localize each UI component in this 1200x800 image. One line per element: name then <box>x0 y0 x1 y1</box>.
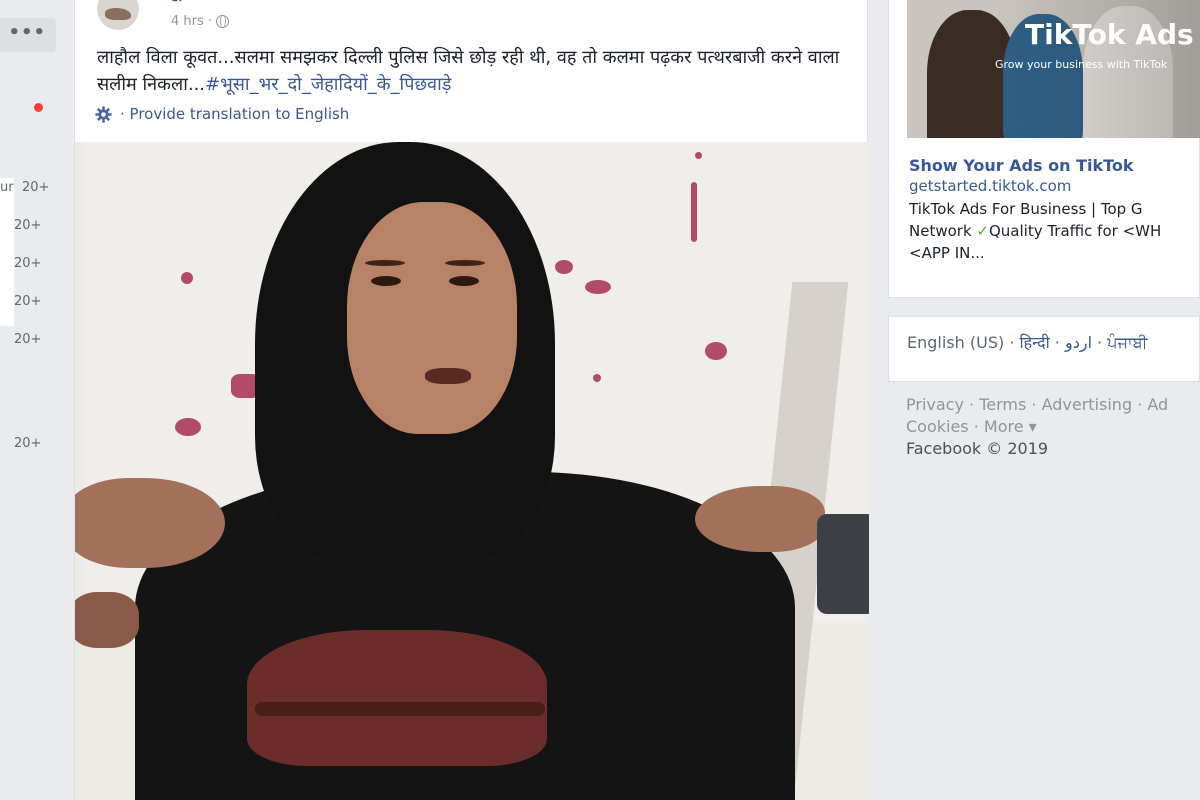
photo-figure-face <box>347 202 517 434</box>
language-urdu[interactable]: اردو <box>1065 333 1092 352</box>
ad-image[interactable]: TikTok Ads Grow your business with TikTo… <box>907 0 1200 138</box>
ad-desc-line: TikTok Ads For Business | Top G <box>909 200 1143 218</box>
translation-link[interactable]: · Provide translation to English <box>95 105 349 123</box>
ad-tagline: Grow your business with TikTok <box>995 58 1168 71</box>
language-selector: English (US) · हिन्दी · اردو · ਪੰਜਾਬੀ <box>888 316 1200 382</box>
post-meta: 4 hrs · <box>171 14 230 29</box>
language-punjabi[interactable]: ਪੰਜਾਬੀ <box>1107 333 1147 352</box>
sidebar-count[interactable]: 20+ <box>14 436 41 451</box>
ad-desc-line: Network ✓Quality Traffic for <WH <box>909 222 1162 240</box>
language-hindi[interactable]: हिन्दी <box>1019 333 1049 352</box>
sidebar-count[interactable]: 20+ <box>22 180 49 195</box>
footer-terms-link[interactable]: Terms <box>979 395 1026 414</box>
page-footer: Privacy · Terms · Advertising · Ad Cooki… <box>906 395 1169 458</box>
sidebar-label-partial: ur <box>0 180 14 195</box>
gear-icon <box>95 105 112 123</box>
sponsored-ad: TikTok Ads Grow your business with TikTo… <box>888 0 1200 298</box>
post-header: डॉ 4 hrs · लाहौल विला कूवत...सलमा समझकर … <box>75 0 867 142</box>
post-text: लाहौल विला कूवत...सलमा समझकर दिल्ली पुलि… <box>97 44 857 98</box>
ad-brand-logo: TikTok Ads <box>1025 18 1194 51</box>
sidebar-count[interactable]: 20+ <box>14 332 41 347</box>
more-options-button[interactable]: ••• <box>0 18 56 52</box>
ad-title[interactable]: Show Your Ads on TikTok <box>909 156 1134 175</box>
language-current: English (US) · <box>907 333 1015 352</box>
post-photo[interactable] <box>75 142 869 800</box>
left-sidebar: ••• ur 20+ 20+ 20+ 20+ 20+ 20+ <box>0 0 74 800</box>
sidebar-count[interactable]: 20+ <box>14 218 41 233</box>
post-timestamp[interactable]: 4 hrs · <box>171 14 212 29</box>
footer-copyright: Facebook © 2019 <box>906 439 1049 458</box>
feed-post: डॉ 4 hrs · लाहौल विला कूवत...सलमा समझकर … <box>74 0 869 800</box>
photo-sleeve-right <box>817 514 869 614</box>
ad-desc-line: <APP IN... <box>909 244 985 262</box>
notification-dot <box>34 103 43 112</box>
globe-icon[interactable] <box>216 15 230 28</box>
author-avatar[interactable] <box>97 0 139 30</box>
checkmark-icon: ✓ <box>976 222 989 240</box>
footer-cookies-link[interactable]: Cookies <box>906 417 969 436</box>
ad-description: TikTok Ads For Business | Top G Network … <box>909 198 1200 264</box>
photo-figure-vest <box>247 630 547 766</box>
footer-privacy-link[interactable]: Privacy <box>906 395 964 414</box>
post-hashtag[interactable]: #भूसा_भर_दो_जेहादियों_के_पिछवाड़े <box>205 74 451 95</box>
sidebar-count[interactable]: 20+ <box>14 256 41 271</box>
footer-advertising-link[interactable]: Advertising <box>1042 395 1133 414</box>
sidebar-divider <box>0 178 14 326</box>
photo-hand-right <box>695 486 825 552</box>
right-column: TikTok Ads Grow your business with TikTo… <box>888 0 1200 800</box>
footer-adchoices-link[interactable]: Ad <box>1147 395 1168 414</box>
author-name[interactable]: डॉ <box>171 0 182 6</box>
ad-domain[interactable]: getstarted.tiktok.com <box>909 177 1071 195</box>
footer-more-link[interactable]: More ▾ <box>984 417 1037 436</box>
sidebar-count[interactable]: 20+ <box>14 294 41 309</box>
translation-label[interactable]: · Provide translation to English <box>120 105 349 123</box>
